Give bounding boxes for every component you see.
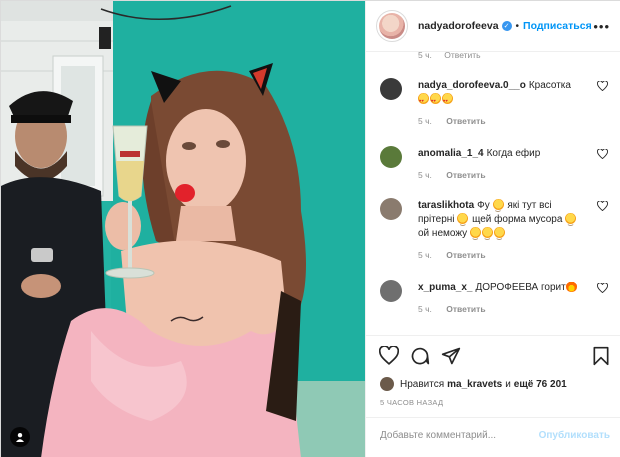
author-username[interactable]: nadyadorofeeva — [418, 20, 499, 32]
comment-text: taraslikhotaФу які тут всі прітерні щей … — [418, 199, 588, 244]
reply-button[interactable]: Ответить — [446, 116, 485, 126]
comment-time: 5 ч. — [418, 116, 432, 126]
grin-emoji-icon — [457, 213, 469, 230]
commenter-avatar[interactable] — [380, 280, 402, 302]
comment-body-part1: Фу — [477, 200, 490, 211]
liker-avatar — [380, 377, 394, 391]
comment-meta: 5 ч. Ответить — [418, 116, 498, 126]
tagged-users-icon[interactable] — [10, 427, 30, 447]
comment-time: 5 ч. — [418, 304, 432, 314]
follow-button[interactable]: Подписаться — [523, 20, 592, 32]
comment-time: 5 ч. — [418, 52, 432, 60]
commenter-username[interactable]: anomalia_1_4 — [418, 148, 484, 159]
author-avatar-image — [379, 13, 405, 39]
like-comment-heart-icon[interactable] — [597, 81, 608, 91]
like-comment-heart-icon[interactable] — [597, 149, 608, 159]
share-paper-plane-icon[interactable] — [441, 346, 461, 366]
post-timestamp[interactable]: 5 ЧАСОВ НАЗАД — [380, 398, 443, 407]
laughing-emoji-icon — [565, 213, 577, 230]
commenter-username[interactable]: x_puma_x_ — [418, 282, 472, 293]
laughing-emoji-icon — [493, 227, 505, 244]
heart-eyes-emoji-icon — [442, 93, 453, 108]
laughing-emoji-icon — [469, 227, 481, 244]
reply-button[interactable]: Ответить — [446, 304, 485, 314]
verified-badge-icon: ✓ — [501, 21, 512, 31]
comment-time: 5 ч. — [418, 170, 432, 180]
comment-text: nadya_dorofeeva.0__o Красотка — [418, 79, 588, 108]
likes-prefix: Нравится — [400, 378, 445, 390]
reply-button[interactable]: Ответить — [444, 52, 480, 60]
instagram-post: nadyadorofeeva ✓ • Подписаться ••• 5 ч. … — [0, 0, 620, 457]
author-avatar[interactable] — [376, 10, 408, 42]
comment-input[interactable] — [380, 430, 540, 441]
likes-summary[interactable]: Нравится ma_kravets и ещё 76 201 — [380, 377, 567, 391]
save-bookmark-icon[interactable] — [592, 346, 610, 366]
comment-meta: 5 ч. Ответить — [418, 250, 498, 260]
like-comment-heart-icon[interactable] — [597, 283, 608, 293]
comment-body-part3: щей форма мусора — [472, 214, 563, 225]
commenter-username[interactable]: nadya_dorofeeva.0__o — [418, 80, 526, 91]
post-photo[interactable] — [1, 1, 365, 457]
angry-face-emoji-icon — [492, 199, 504, 216]
post-header: nadyadorofeeva ✓ • Подписаться ••• — [366, 1, 620, 52]
comments-list[interactable]: 5 ч. Ответить nadya_dorofeeva.0__o Красот… — [366, 52, 620, 335]
like-heart-icon[interactable] — [379, 346, 399, 365]
laughing-emoji-icon — [481, 227, 493, 244]
reply-button[interactable]: Ответить — [446, 250, 485, 260]
likes-middle: и — [505, 378, 511, 390]
commenter-avatar[interactable] — [380, 198, 402, 220]
comment-body: ДОРОФЕЕВА горит — [475, 282, 566, 293]
reply-button[interactable]: Ответить — [446, 170, 485, 180]
comment-body: Красотка — [528, 80, 571, 91]
comment-text: anomalia_1_4 Когда ефир — [418, 147, 588, 161]
like-comment-heart-icon[interactable] — [597, 201, 608, 211]
commenter-avatar[interactable] — [380, 78, 402, 100]
comment-meta: 5 ч. Ответить — [418, 170, 498, 180]
add-comment-bar: Опубликовать — [366, 417, 620, 457]
publish-comment-button[interactable]: Опубликовать — [539, 430, 610, 441]
photo-illustration — [1, 1, 365, 457]
commenter-avatar[interactable] — [380, 146, 402, 168]
commenter-username[interactable]: taraslikhota — [418, 200, 474, 211]
heart-eyes-emoji-icon — [418, 93, 429, 108]
likes-count[interactable]: ещё 76 201 — [514, 379, 567, 390]
comment-meta-partial: 5 ч. Ответить — [418, 52, 491, 60]
header-separator: • — [515, 20, 520, 32]
fire-emoji-icon — [565, 281, 577, 292]
heart-eyes-emoji-icon — [430, 93, 441, 108]
more-options-icon[interactable]: ••• — [593, 19, 610, 34]
comment-text: x_puma_x_ ДОРОФЕЕВА горит — [418, 281, 588, 295]
comment-body: Когда ефир — [486, 148, 541, 159]
comment-bubble-icon[interactable] — [410, 346, 430, 366]
liker-username[interactable]: ma_kravets — [447, 379, 502, 390]
comment-time: 5 ч. — [418, 250, 432, 260]
comment-meta: 5 ч. Ответить — [418, 304, 498, 314]
post-side-panel: nadyadorofeeva ✓ • Подписаться ••• 5 ч. … — [365, 1, 620, 457]
